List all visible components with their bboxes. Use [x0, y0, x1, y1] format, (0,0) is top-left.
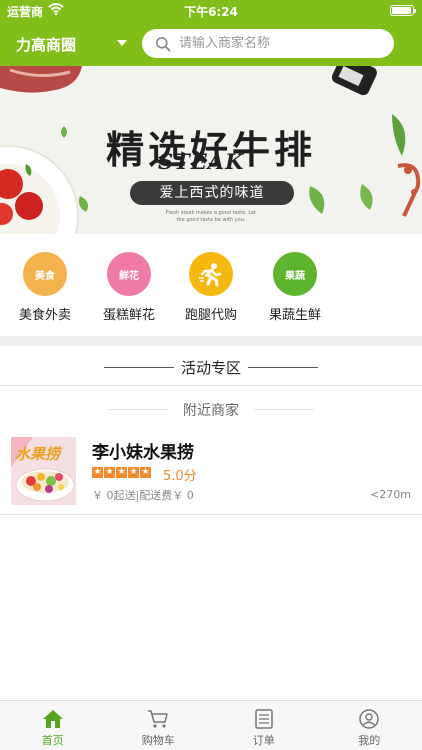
chevron-down-icon[interactable] — [117, 40, 127, 46]
runner-glyph — [199, 263, 222, 287]
tab-label: 购物车 — [141, 734, 175, 747]
search-bar[interactable] — [142, 29, 394, 58]
nearby-title: 附近商家 — [183, 403, 239, 419]
banner-caption-2: the good taste be with you. — [176, 217, 246, 223]
location-selector[interactable]: 力高商圈 — [16, 33, 76, 55]
merchant-name: 李小妹水果捞 — [92, 443, 194, 463]
fruit-veg-icon: 果蔬 — [273, 252, 317, 296]
top-header: 运营商 下午6:24 力高商圈 — [0, 0, 422, 66]
star-icon — [140, 465, 151, 479]
tab-profile[interactable]: 我的 — [317, 701, 422, 750]
merchant-thumbnail: 水果捞 — [11, 437, 76, 505]
bottom-tab-bar: 首页 购物车 订单 我的 — [0, 700, 422, 750]
section-divider — [0, 336, 422, 346]
star-icon — [116, 465, 127, 479]
category-label: 美食外卖 — [18, 308, 71, 323]
status-bar: 运营商 下午6:24 — [0, 0, 422, 22]
food-delivery-icon: 美食 — [23, 252, 67, 296]
star-icon — [104, 465, 115, 479]
merchant-distance: <270m — [370, 488, 411, 501]
banner-title: 精选好牛排 — [105, 127, 316, 172]
star-icon — [128, 465, 139, 479]
home-icon — [42, 710, 63, 728]
order-list-icon — [255, 709, 273, 729]
merchant-card[interactable]: 水果捞 李小妹水果捞 5.0分 ￥ 0起送|配送费￥ 0 <270m — [0, 427, 422, 515]
battery-icon — [390, 5, 416, 16]
tab-label: 首页 — [41, 734, 64, 747]
cake-flower-icon: 鲜花 — [107, 252, 151, 296]
tab-label: 订单 — [252, 734, 275, 747]
battery-level — [392, 7, 411, 14]
cart-icon — [148, 710, 168, 728]
category-fruit-veg[interactable]: 果蔬 果蔬生鲜 — [250, 252, 340, 323]
food-delivery-icon-text: 美食 — [35, 270, 55, 282]
title-line-right — [254, 409, 314, 410]
rating-stars — [92, 465, 152, 479]
thumbnail-text: 水果捞 — [15, 445, 61, 463]
tab-cart[interactable]: 购物车 — [106, 701, 212, 750]
category-grid: 美食 美食外卖 鲜花 蛋糕鲜花 跑腿代购 果蔬 果蔬生鲜 — [0, 234, 422, 336]
star-icon — [92, 465, 103, 479]
category-label: 果蔬生鲜 — [268, 308, 321, 323]
category-food-delivery[interactable]: 美食 美食外卖 — [0, 252, 90, 323]
activity-section-header[interactable]: 活动专区 — [0, 346, 422, 386]
merchant-fees: ￥ 0起送|配送费￥ 0 — [92, 489, 194, 502]
banner-slogan: 爱上西式的味道 — [130, 181, 294, 205]
status-time: 下午6:24 — [184, 5, 238, 19]
search-icon — [156, 36, 171, 51]
tab-label: 我的 — [358, 734, 381, 747]
nearby-section-header: 附近商家 — [0, 395, 422, 423]
title-line-right — [248, 367, 318, 368]
location-label: 力高商圈 — [16, 35, 77, 54]
search-input[interactable] — [179, 36, 379, 51]
merchant-rating: 5.0分 — [163, 469, 197, 484]
errand-runner-icon — [189, 252, 233, 296]
category-label: 跑腿代购 — [184, 308, 237, 323]
category-label: 蛋糕鲜花 — [102, 308, 155, 323]
banner-caption-1: Fresh steak makes a good taste. Let — [165, 210, 257, 216]
activity-title: 活动专区 — [180, 359, 241, 377]
tab-orders[interactable]: 订单 — [211, 701, 317, 750]
category-errand[interactable]: 跑腿代购 — [166, 252, 256, 323]
cake-flower-icon-text: 鲜花 — [119, 270, 139, 282]
category-cake-flowers[interactable]: 鲜花 蛋糕鲜花 — [84, 252, 174, 323]
fruit-veg-icon-text: 果蔬 — [285, 270, 305, 282]
profile-icon — [359, 709, 379, 729]
tab-home[interactable]: 首页 — [0, 701, 106, 750]
